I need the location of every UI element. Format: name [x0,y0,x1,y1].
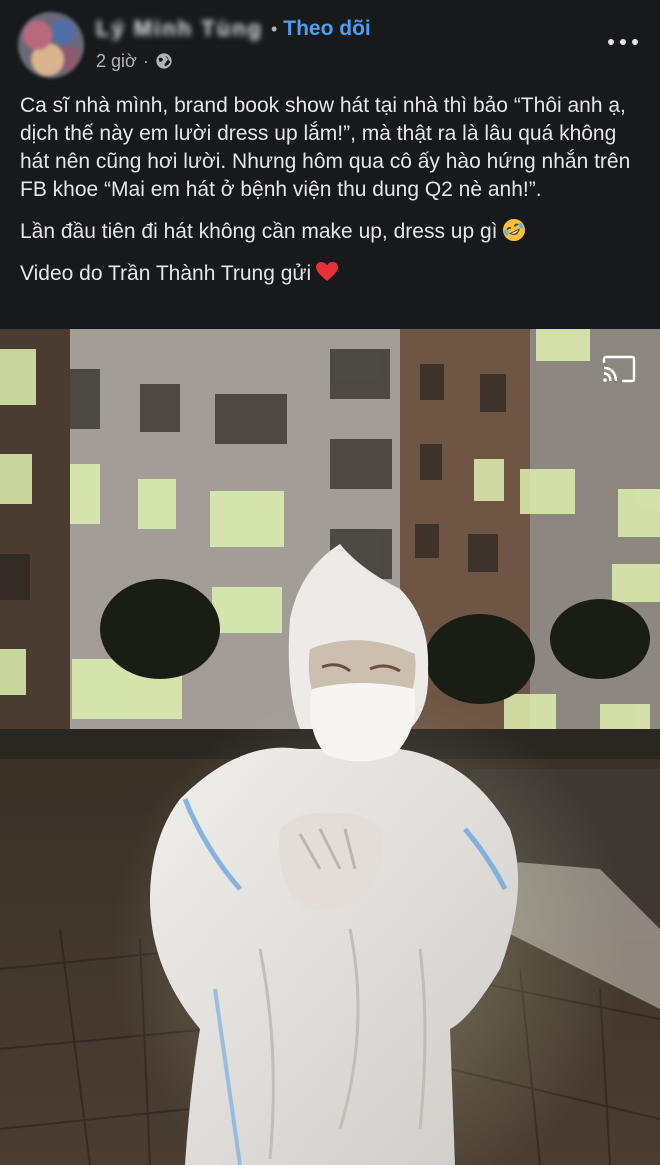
globe-icon [156,53,172,69]
post-paragraph: Video do Trần Thành Trung gửi [20,262,312,285]
separator-dot: · [142,50,149,71]
post-paragraph: Ca sĩ nhà mình, brand book show hát tại … [20,94,631,201]
video-frame [0,329,660,1165]
red-heart-emoji-icon [316,262,339,281]
post-paragraph: Lần đầu tiên đi hát không cần make up, d… [20,220,498,243]
author-row: Lý Minh Tùng • Theo dõi [96,14,371,44]
avatar[interactable] [18,12,84,78]
post-time[interactable]: 2 giờ [96,51,137,72]
separator-dot: • [270,18,278,39]
cast-icon[interactable] [602,355,636,383]
author-name[interactable]: Lý Minh Tùng [96,16,263,42]
follow-button[interactable]: Theo dõi [283,17,371,41]
more-horizontal-icon[interactable] [608,32,638,52]
post-paragraph-with-emoji: Video do Trần Thành Trung gửi [20,260,645,288]
post-header: Lý Minh Tùng • Theo dõi 2 giờ · [0,0,660,88]
video-player[interactable] [0,329,660,1165]
post-body: Ca sĩ nhà mình, brand book show hát tại … [20,92,645,302]
rolling-laughing-emoji-icon [502,219,525,241]
post-paragraph-with-emoji: Lần đầu tiên đi hát không cần make up, d… [20,218,645,246]
post-meta: 2 giờ · [96,48,173,74]
